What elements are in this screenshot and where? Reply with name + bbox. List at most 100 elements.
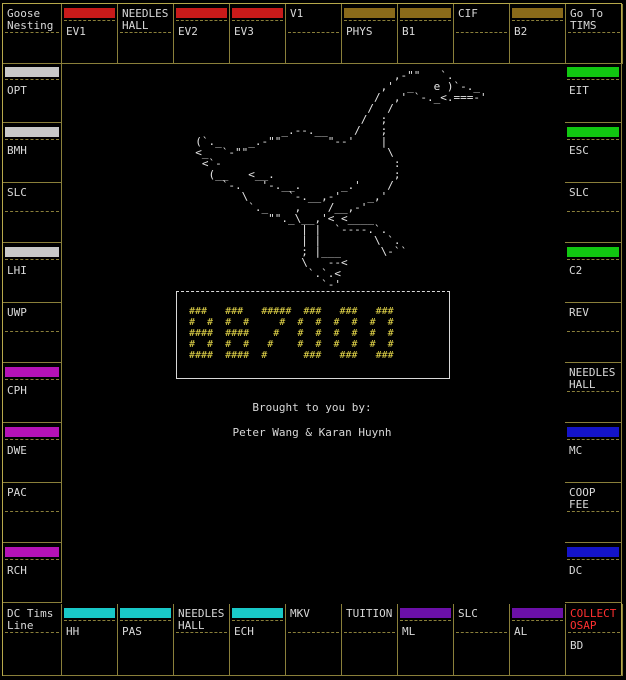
cell-divider — [512, 20, 563, 21]
left-cell-6[interactable]: DWE — [3, 423, 62, 483]
top-cell-2[interactable]: NEEDLES HALL — [118, 4, 174, 64]
top-cell-1[interactable]: EV1 — [62, 4, 118, 64]
property-color-bar — [5, 427, 59, 437]
cell-divider — [5, 139, 59, 140]
cell-extra-label: BD — [570, 639, 584, 652]
cell-label: DC Tims Line — [7, 607, 54, 632]
property-color-bar — [5, 127, 59, 137]
cell-divider — [5, 511, 59, 512]
left-cell-1[interactable]: BMH — [3, 123, 62, 183]
cell-label: EV2 — [178, 25, 198, 38]
top-cell-10[interactable]: Go To TIMS — [566, 4, 623, 64]
board-center: ,-"" `. ,' _ e )`-._ / ,' `-._<.===-' / … — [62, 62, 562, 602]
left-cell-4[interactable]: UWP — [3, 303, 62, 363]
cell-label: MKV — [290, 607, 310, 620]
cell-label: RCH — [7, 564, 27, 577]
bottom-cell-2[interactable]: PAS — [118, 604, 174, 676]
top-cell-9[interactable]: B2 — [510, 4, 566, 64]
top-cell-0[interactable]: Goose Nesting — [3, 4, 62, 64]
cell-divider — [567, 511, 619, 512]
cell-label: SLC — [7, 186, 27, 199]
bottom-cell-0[interactable]: DC Tims Line — [3, 604, 62, 676]
top-cell-6[interactable]: PHYS — [342, 4, 398, 64]
cell-divider — [567, 211, 619, 212]
cell-label: UWP — [7, 306, 27, 319]
cell-label: PAS — [122, 625, 142, 638]
bottom-cell-1[interactable]: HH — [62, 604, 118, 676]
cell-label: PAC — [7, 486, 27, 499]
cell-divider — [456, 32, 507, 33]
bottom-cell-3[interactable]: NEEDLES HALL — [174, 604, 230, 676]
cell-divider — [567, 259, 619, 260]
bottom-cell-6[interactable]: TUITION — [342, 604, 398, 676]
cell-label: COLLECT OSAP — [570, 607, 617, 632]
right-cell-2[interactable]: SLC — [565, 183, 622, 243]
cell-label: Go To TIMS — [570, 7, 604, 32]
left-cell-3[interactable]: LHI — [3, 243, 62, 303]
top-cell-5[interactable]: V1 — [286, 4, 342, 64]
left-cell-5[interactable]: CPH — [3, 363, 62, 423]
right-cell-3[interactable]: C2 — [565, 243, 622, 303]
cell-label: OPT — [7, 84, 27, 97]
bottom-cell-7[interactable]: ML — [398, 604, 454, 676]
property-color-bar — [344, 8, 395, 18]
bottom-cell-9[interactable]: AL — [510, 604, 566, 676]
cell-label: B1 — [402, 25, 416, 38]
cell-divider — [5, 32, 59, 33]
cell-divider — [567, 331, 619, 332]
left-cell-8[interactable]: RCH — [3, 543, 62, 603]
goose-ascii-art: ,-"" `. ,' _ e )`-._ / ,' `-._<.===-' / … — [195, 69, 487, 291]
right-cell-0[interactable]: EIT — [565, 63, 622, 123]
right-cell-5[interactable]: NEEDLES HALL — [565, 363, 622, 423]
top-cell-3[interactable]: EV2 — [174, 4, 230, 64]
cell-label: MC — [569, 444, 583, 457]
cell-divider — [288, 32, 339, 33]
right-cell-6[interactable]: MC — [565, 423, 622, 483]
property-color-bar — [64, 608, 115, 618]
property-color-bar — [567, 67, 619, 77]
right-cell-1[interactable]: ESC — [565, 123, 622, 183]
cell-label: CPH — [7, 384, 27, 397]
cell-label: EV1 — [66, 25, 86, 38]
right-cell-7[interactable]: COOP FEE — [565, 483, 622, 543]
cell-divider — [456, 632, 507, 633]
top-cell-4[interactable]: EV3 — [230, 4, 286, 64]
right-cell-8[interactable]: DC — [565, 543, 622, 603]
cell-label: DWE — [7, 444, 27, 457]
cell-label: C2 — [569, 264, 583, 277]
right-cell-4[interactable]: REV — [565, 303, 622, 363]
property-color-bar — [512, 8, 563, 18]
property-color-bar — [176, 8, 227, 18]
bottom-cell-10[interactable]: COLLECT OSAP BD — [566, 604, 623, 676]
bottom-cell-8[interactable]: SLC — [454, 604, 510, 676]
property-color-bar — [5, 67, 59, 77]
cell-label: REV — [569, 306, 589, 319]
bottom-cell-4[interactable]: ECH — [230, 604, 286, 676]
cell-divider — [5, 79, 59, 80]
top-cell-7[interactable]: B1 — [398, 4, 454, 64]
cell-label: LHI — [7, 264, 27, 277]
credits-authors: Peter Wang & Karan Huynh — [232, 426, 392, 439]
cell-divider — [400, 620, 451, 621]
cell-label: ML — [402, 625, 416, 638]
property-color-bar — [232, 8, 283, 18]
top-cell-8[interactable]: CIF — [454, 4, 510, 64]
cell-divider — [400, 20, 451, 21]
cell-label: COOP FEE — [569, 486, 596, 511]
left-cell-7[interactable]: PAC — [3, 483, 62, 543]
property-color-bar — [512, 608, 563, 618]
cell-divider — [64, 620, 115, 621]
bottom-cell-5[interactable]: MKV — [286, 604, 342, 676]
cell-divider — [567, 139, 619, 140]
cell-label: NEEDLES HALL — [569, 366, 616, 391]
left-cell-2[interactable]: SLC — [3, 183, 62, 243]
logo-frame: ### ### ##### ### ### ### # # # # # # # … — [176, 291, 450, 379]
credits-heading: Brought to you by: — [252, 401, 372, 414]
cell-divider — [567, 391, 619, 392]
cell-label: AL — [514, 625, 528, 638]
property-color-bar — [567, 127, 619, 137]
cell-divider — [568, 632, 620, 633]
cell-divider — [5, 379, 59, 380]
left-cell-0[interactable]: OPT — [3, 63, 62, 123]
cell-divider — [5, 331, 59, 332]
